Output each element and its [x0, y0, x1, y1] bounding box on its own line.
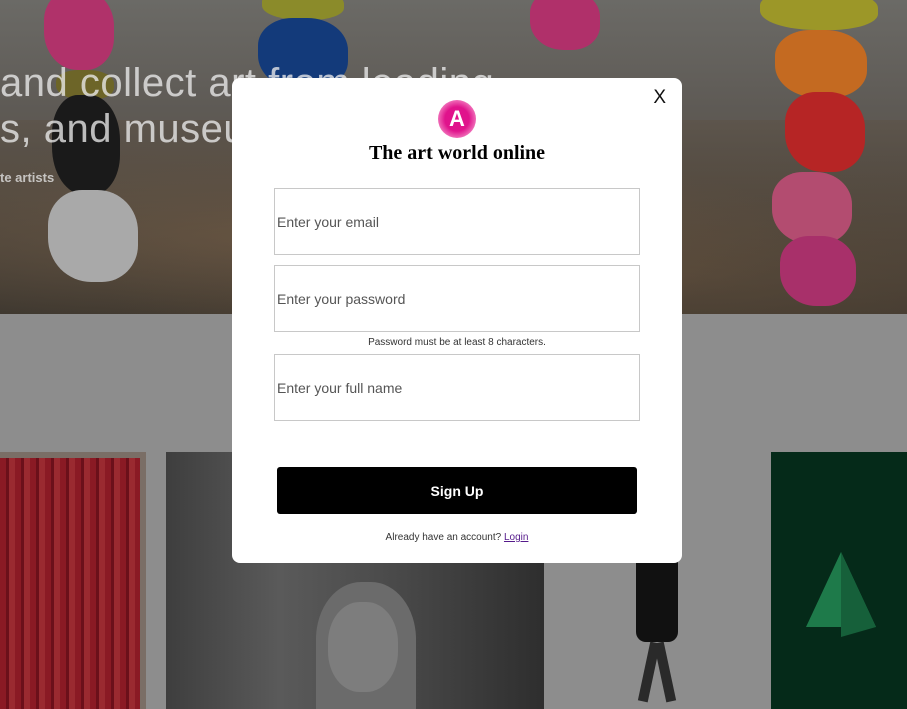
logo-letter: A: [449, 106, 465, 131]
modal-title: The art world online: [368, 142, 546, 164]
login-link[interactable]: Login: [504, 532, 528, 543]
full-name-field[interactable]: [274, 354, 640, 421]
sign-up-button[interactable]: Sign Up: [277, 467, 637, 514]
close-button[interactable]: X: [647, 86, 672, 110]
email-field[interactable]: [274, 188, 640, 255]
signup-modal: X A The art world online Password must b…: [232, 78, 682, 563]
login-row: Already have an account? Login: [232, 532, 682, 543]
password-hint: Password must be at least 8 characters.: [368, 337, 546, 348]
login-prompt: Already have an account?: [385, 532, 502, 543]
brand-logo-icon: A: [438, 100, 476, 138]
password-field[interactable]: [274, 265, 640, 332]
